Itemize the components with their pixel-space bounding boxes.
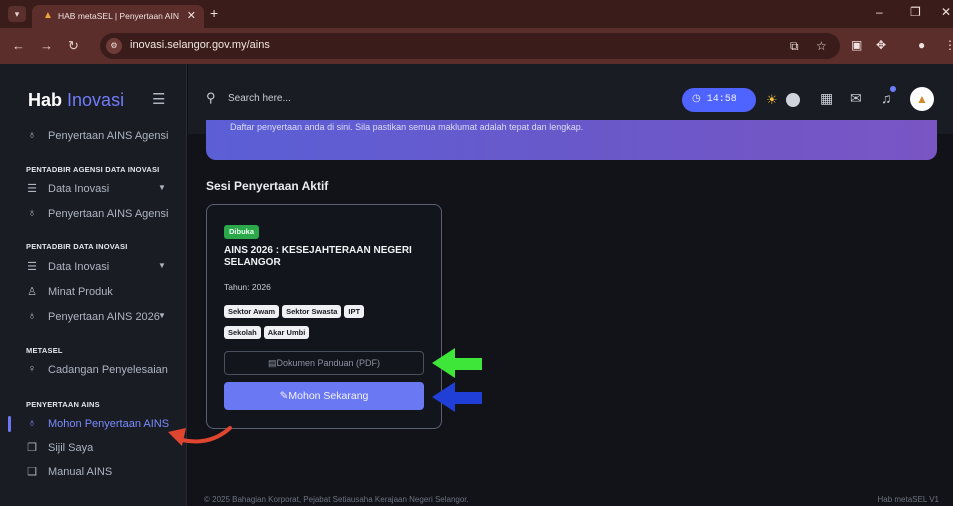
sidebar-item-label: Sijil Saya xyxy=(48,442,94,454)
sidebar-item-sijil-saya[interactable]: ❐ Sijil Saya xyxy=(0,437,186,459)
footer-copyright: © 2025 Bahagian Korporat, Pejabat Setiau… xyxy=(204,495,469,504)
lightbulb-icon: ♀ xyxy=(27,363,37,375)
hamburger-menu-icon[interactable]: ☰ xyxy=(152,90,165,108)
info-banner: Daftar penyertaan anda di sini. Sila pas… xyxy=(206,120,937,160)
sidebar-item-manual-ains[interactable]: ❑ Manual AINS xyxy=(0,461,186,483)
sidebar-item-label: Mohon Penyertaan AINS xyxy=(48,418,170,430)
card-title: AINS 2026 : KESEJAHTERAAN NEGERI SELANGO… xyxy=(224,245,412,268)
sidebar-item-penyertaan-ains-agensi[interactable]: ♁ Penyertaan AINS Agensi xyxy=(0,203,186,225)
book-icon: ❑ xyxy=(27,466,37,478)
sidebar-heading-penyertaan-ains: PENYERTAAN AINS xyxy=(26,400,100,409)
url-text[interactable]: inovasi.selangor.gov.my/ains xyxy=(130,39,270,51)
sidebar-item-data-inovasi-agensi[interactable]: ☰ Data Inovasi ▼ xyxy=(0,178,186,200)
card-year: Tahun: 2026 xyxy=(224,282,271,292)
mail-icon[interactable]: ✉ xyxy=(850,90,862,107)
sidebar-item-label: Data Inovasi xyxy=(48,261,110,273)
clock-icon: ◷ xyxy=(692,94,701,105)
award-icon: ♁ xyxy=(27,129,37,141)
minimize-icon[interactable]: – xyxy=(876,5,883,19)
sidebar-heading-metasel: METASEL xyxy=(26,346,63,355)
bell-icon[interactable]: ♫ xyxy=(881,90,892,106)
site-favicon-icon: ▲ xyxy=(43,10,53,21)
browser-menu-icon[interactable]: ⋮ xyxy=(944,38,953,52)
sidebar-item-label: Minat Produk xyxy=(48,286,113,298)
banner-text: Daftar penyertaan anda di sini. Sila pas… xyxy=(230,122,584,132)
apps-grid-icon[interactable]: ▦ xyxy=(820,90,833,107)
site-info-icon[interactable]: ⚙ xyxy=(106,38,122,54)
award-icon: ♁ xyxy=(27,207,37,219)
user-icon: ♙ xyxy=(27,286,37,298)
tag: Sektor Awam xyxy=(224,305,280,318)
toggle-knob xyxy=(786,93,800,107)
pdf-guide-label: Dokumen Panduan (PDF) xyxy=(276,358,381,368)
sidebar-item-label: Data Inovasi xyxy=(48,183,110,195)
brand-bold: Hab xyxy=(28,90,63,110)
tag: Sektor Swasta xyxy=(282,305,342,318)
profile-icon[interactable]: ● xyxy=(918,38,925,52)
notification-dot xyxy=(890,86,896,92)
sidebar-item-label: Penyertaan AINS Agensi xyxy=(48,130,169,142)
tag-list: Sektor Awam Sektor Swasta IPT Sekolah Akar U… xyxy=(224,301,424,343)
tag: Sekolah xyxy=(224,326,261,339)
tab-close-icon[interactable]: ✕ xyxy=(187,9,196,22)
sidebar-item-label: Cadangan Penyelesaian xyxy=(48,364,168,376)
bookmark-star-icon[interactable]: ☆ xyxy=(816,39,827,53)
footer-version: Hab metaSEL V1 xyxy=(877,495,939,504)
sidebar-heading-pentadbir-data: PENTADBIR DATA INOVASI xyxy=(26,242,128,251)
sidebar-item-data-inovasi[interactable]: ☰ Data Inovasi ▼ xyxy=(0,256,186,278)
browser-tab[interactable]: ▲ HAB metaSEL | Penyertaan AIN ✕ xyxy=(32,5,204,28)
clock-badge: ◷ 14:58 xyxy=(682,88,756,112)
new-tab-icon[interactable]: + xyxy=(210,5,218,21)
tab-search-menu-icon[interactable]: ▾ xyxy=(8,6,26,22)
sidebar: Hab Inovasi ☰ ♁ Penyertaan AINS Agensi P… xyxy=(0,64,187,506)
tag: Akar Umbi xyxy=(263,326,310,339)
browser-tab-bar: ▾ ▲ HAB metaSEL | Penyertaan AIN ✕ + – ❐… xyxy=(0,0,953,28)
pdf-guide-button[interactable]: ▤Dokumen Panduan (PDF) xyxy=(224,351,424,375)
clock-time: 14:58 xyxy=(706,94,737,105)
search-input[interactable] xyxy=(228,90,528,106)
tab-title: HAB metaSEL | Penyertaan AIN xyxy=(58,11,179,21)
sidebar-item-mohon-penyertaan-ains[interactable]: ♁ Mohon Penyertaan AINS xyxy=(0,413,186,435)
theme-toggle[interactable]: ☀ xyxy=(764,91,804,109)
maximize-icon[interactable]: ❐ xyxy=(910,5,921,19)
sidebar-item-label: Penyertaan AINS Agensi xyxy=(48,208,169,220)
apply-now-label: Mohon Sekarang xyxy=(288,390,369,402)
extensions-puzzle-icon[interactable]: ✥ xyxy=(876,38,886,52)
brand-light: Inovasi xyxy=(67,90,125,110)
session-card: Dibuka AINS 2026 : KESEJAHTERAAN NEGERI … xyxy=(206,204,442,429)
sun-icon: ☀ xyxy=(766,92,778,107)
extension-icon[interactable]: ▣ xyxy=(851,38,862,52)
sidebar-item-label: Manual AINS xyxy=(48,466,113,478)
database-icon: ☰ xyxy=(27,261,37,273)
sidebar-item-penyertaan-ains-2026[interactable]: ♁ Penyertaan AINS 2026 ▼ xyxy=(0,306,186,328)
browser-address-bar: ← → ↻ ⚙ inovasi.selangor.gov.my/ains ⧉ ☆… xyxy=(0,28,953,64)
main-content: Daftar penyertaan anda di sini. Sila pas… xyxy=(188,120,953,506)
award-icon: ♁ xyxy=(27,417,37,429)
section-title: Sesi Penyertaan Aktif xyxy=(206,179,329,193)
forward-icon[interactable]: → xyxy=(40,38,53,53)
reload-icon[interactable]: ↻ xyxy=(68,38,79,54)
sidebar-heading-pentadbir-agensi: PENTADBIR AGENSI DATA INOVASI xyxy=(26,165,160,174)
chevron-down-icon: ▼ xyxy=(158,261,166,270)
database-icon: ☰ xyxy=(27,183,37,195)
status-badge: Dibuka xyxy=(224,225,260,239)
chevron-down-icon: ▼ xyxy=(158,311,166,320)
brand-logo[interactable]: Hab Inovasi xyxy=(28,90,124,111)
url-box[interactable]: ⚙ inovasi.selangor.gov.my/ains ⧉ ☆ xyxy=(100,33,840,59)
sidebar-item-penyertaan-ains-agensi-top[interactable]: ♁ Penyertaan AINS Agensi xyxy=(0,125,186,147)
chevron-down-icon: ▼ xyxy=(158,183,166,192)
sidebar-item-cadangan-penyelesaian[interactable]: ♀ Cadangan Penyelesaian xyxy=(0,359,186,381)
close-window-icon[interactable]: ✕ xyxy=(941,5,951,19)
footer: © 2025 Bahagian Korporat, Pejabat Setiau… xyxy=(188,494,953,506)
sidebar-item-label: Penyertaan AINS 2026 xyxy=(48,311,160,323)
sidebar-item-minat-produk[interactable]: ♙ Minat Produk xyxy=(0,281,186,303)
tag: IPT xyxy=(344,305,365,318)
award-icon: ♁ xyxy=(27,310,37,322)
avatar[interactable]: ▲ xyxy=(910,87,934,111)
apply-now-button[interactable]: ✎Mohon Sekarang xyxy=(224,382,424,410)
certificate-icon: ❐ xyxy=(27,442,37,454)
back-icon[interactable]: ← xyxy=(12,38,25,53)
cast-icon[interactable]: ⧉ xyxy=(790,39,799,54)
search-icon: ⚲ xyxy=(206,90,216,105)
